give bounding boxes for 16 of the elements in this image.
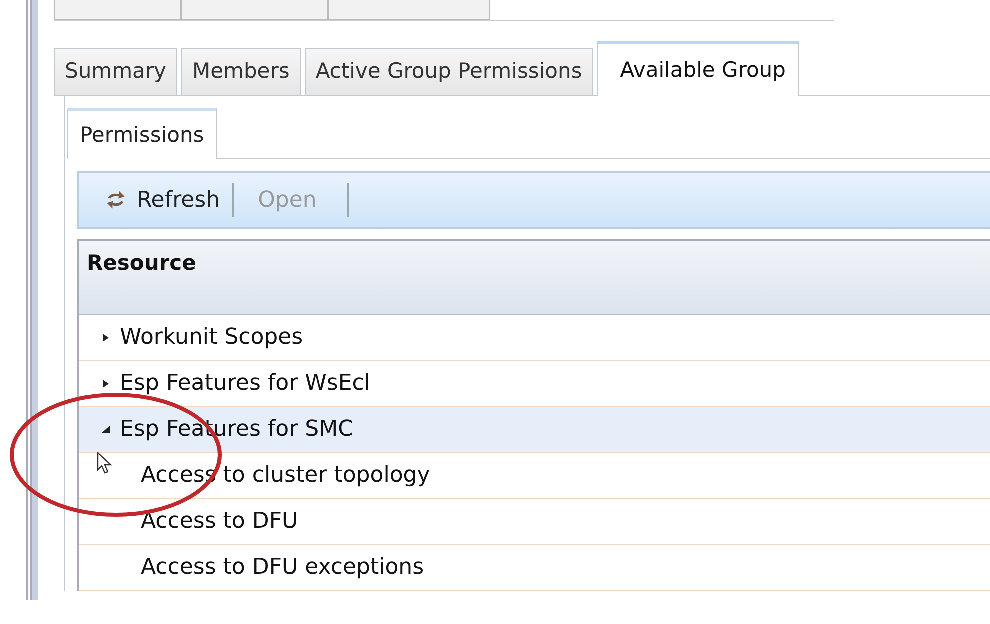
- tab[interactable]: Active Group Permissions: [304, 48, 594, 95]
- refresh-icon: [105, 189, 127, 211]
- tree-row[interactable]: Access to DFU exceptions: [79, 545, 990, 591]
- tab[interactable]: Permissions: [67, 108, 218, 159]
- tree-row[interactable]: Access to DFU: [79, 499, 990, 545]
- mouse-pointer-icon: [97, 452, 113, 476]
- tree-label: Esp Features for WsEcl: [120, 371, 370, 396]
- tree-label: Workunit Scopes: [120, 325, 304, 350]
- tab[interactable]: Summary: [54, 48, 178, 95]
- tree-label: Access to DFU: [141, 509, 298, 534]
- column-header[interactable]: Resource: [79, 239, 990, 315]
- toolbar-button[interactable]: Refresh: [99, 184, 226, 216]
- tab[interactable]: Available Group: [597, 41, 799, 96]
- tab[interactable]: Members: [181, 48, 301, 95]
- tree-row[interactable]: Workunit Scopes: [79, 315, 990, 361]
- tree-label: Access to DFU exceptions: [141, 555, 424, 580]
